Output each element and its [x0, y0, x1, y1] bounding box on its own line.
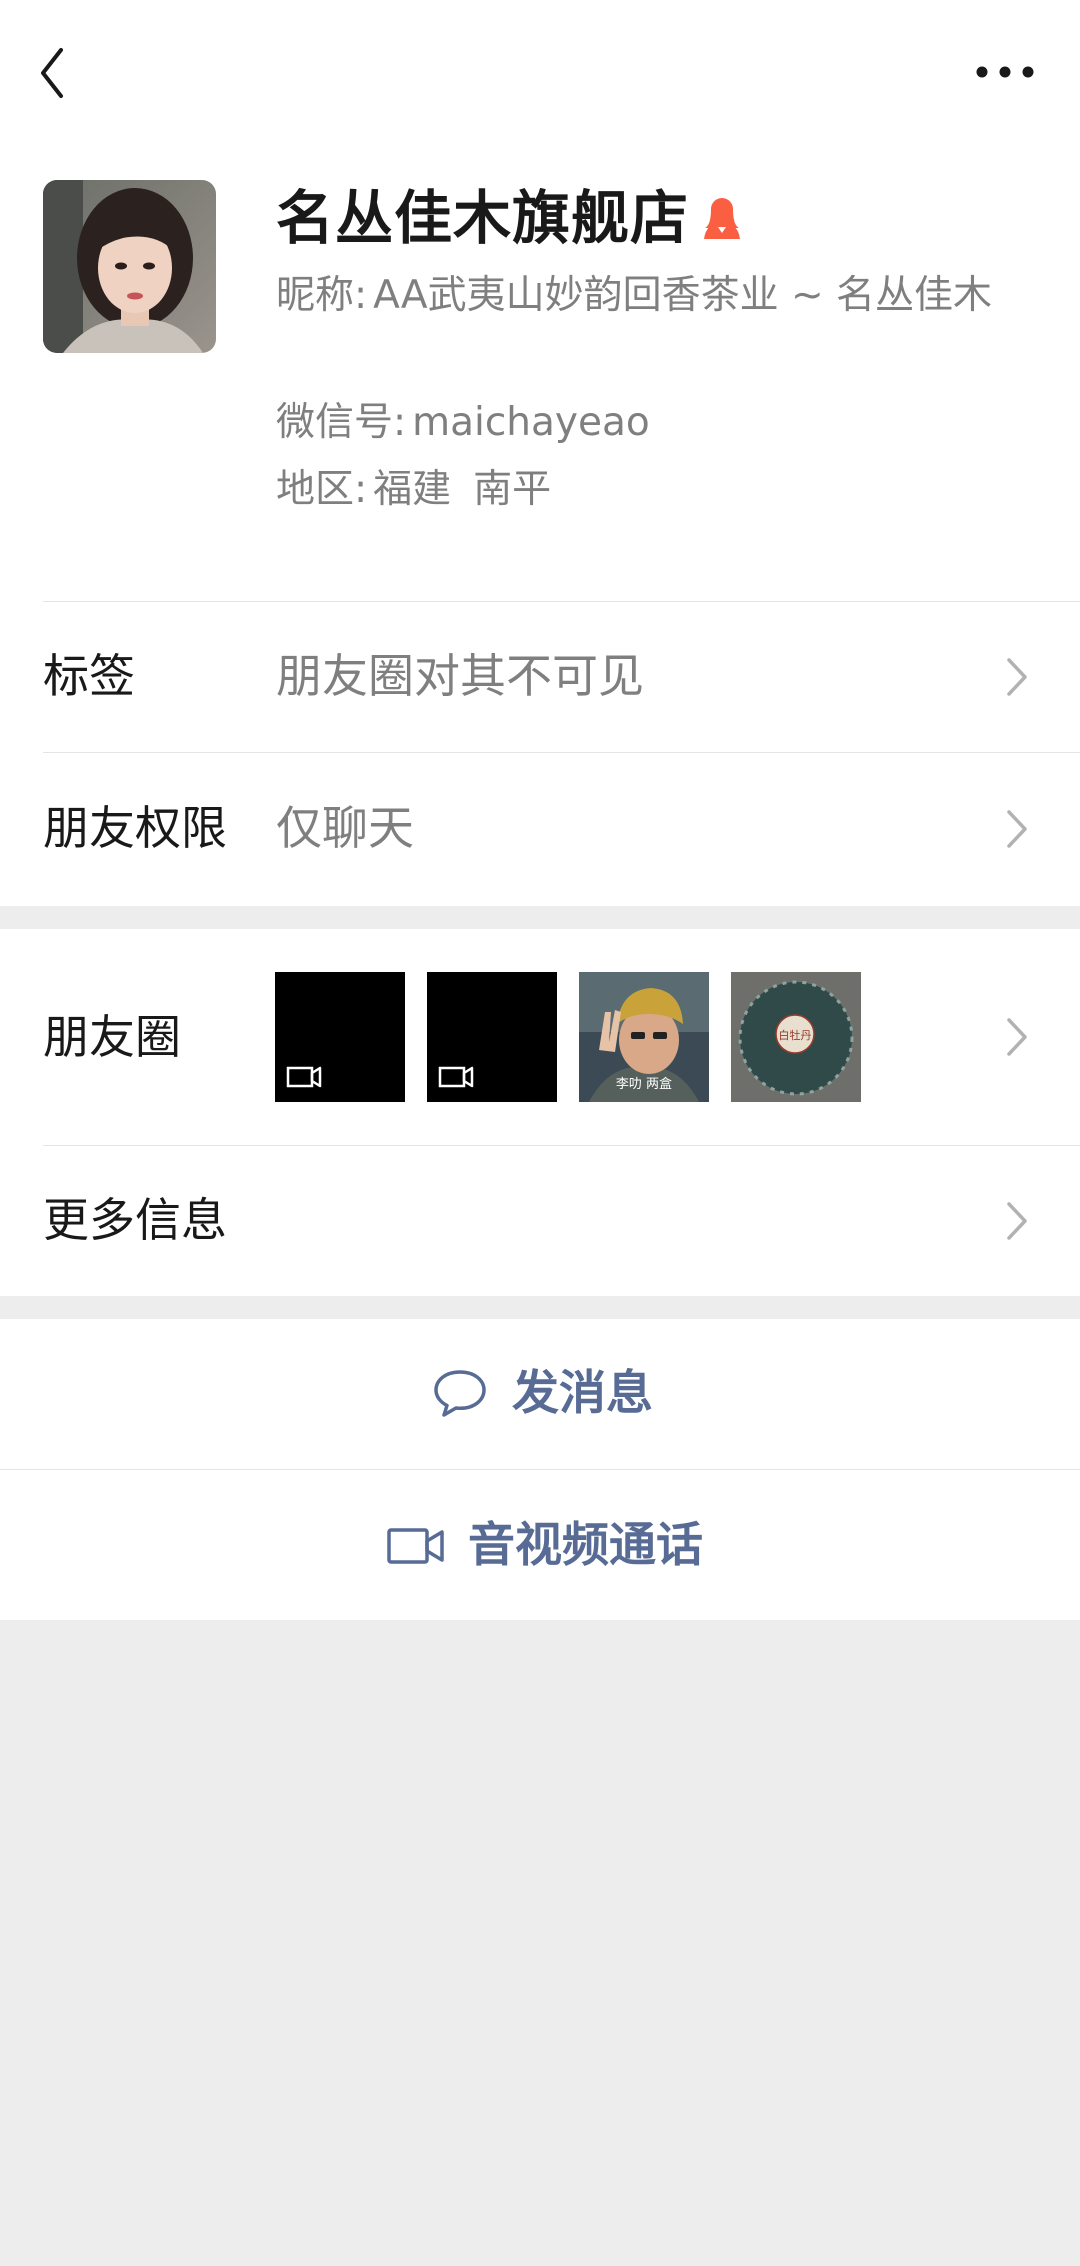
chevron-right-icon — [1007, 658, 1027, 696]
moment-thumb-photo[interactable]: 白牡丹 — [731, 972, 861, 1102]
video-camera-icon — [387, 1528, 444, 1564]
moment-thumb-photo[interactable]: 李叻 两盒 — [579, 972, 709, 1102]
more-button[interactable] — [970, 45, 1040, 95]
nickname-value: AA武夷山妙韵回香茶业 ~ 名丛佳木 — [373, 273, 993, 318]
video-camera-icon — [286, 1066, 322, 1088]
moment-thumb-video[interactable] — [275, 972, 405, 1102]
avatar[interactable] — [43, 180, 216, 353]
chat-bubble-icon — [434, 1370, 486, 1417]
moment-photo-tea-cake: 白牡丹 — [731, 972, 861, 1102]
region-city: 南平 — [473, 467, 552, 512]
video-camera-icon — [438, 1066, 474, 1088]
profile-name: 名丛佳木旗舰店 — [276, 184, 690, 252]
nickname-label: 昵称: — [276, 273, 368, 318]
region-province: 福建 — [373, 467, 452, 512]
tags-label: 标签 — [43, 649, 135, 703]
chevron-right-icon — [1007, 810, 1027, 848]
moment-photo-man: 李叻 两盒 — [579, 972, 709, 1102]
more-info-label: 更多信息 — [43, 1193, 227, 1247]
chevron-right-icon — [1007, 1018, 1027, 1056]
region-line: 地区: 福建 南平 — [276, 461, 551, 519]
female-icon — [700, 195, 744, 241]
moments-label: 朋友圈 — [43, 1010, 181, 1064]
moment-photo-caption: 李叻 两盒 — [616, 1076, 672, 1092]
back-button[interactable] — [28, 38, 88, 108]
moment-thumb-video[interactable] — [427, 972, 557, 1102]
region-label: 地区: — [276, 467, 368, 512]
voice-video-call-label: 音视频通话 — [468, 1518, 703, 1573]
avatar-image — [43, 180, 216, 353]
tags-value: 朋友圈对其不可见 — [276, 649, 644, 703]
friend-permission-value: 仅聊天 — [276, 801, 414, 855]
chevron-right-icon — [1007, 1202, 1027, 1240]
send-message-label: 发消息 — [512, 1366, 653, 1421]
chevron-left-icon — [41, 48, 63, 98]
wechat-id-line: 微信号: maichayeao — [276, 394, 650, 452]
moment-photo-caption: 白牡丹 — [779, 1028, 812, 1042]
wechat-id-label: 微信号: — [276, 400, 407, 445]
nickname-line: 昵称: AA武夷山妙韵回香茶业 ~ 名丛佳木 — [276, 267, 1006, 325]
more-dots-icon — [976, 66, 1034, 78]
friend-permission-label: 朋友权限 — [43, 801, 227, 855]
wechat-id-value[interactable]: maichayeao — [412, 400, 650, 445]
